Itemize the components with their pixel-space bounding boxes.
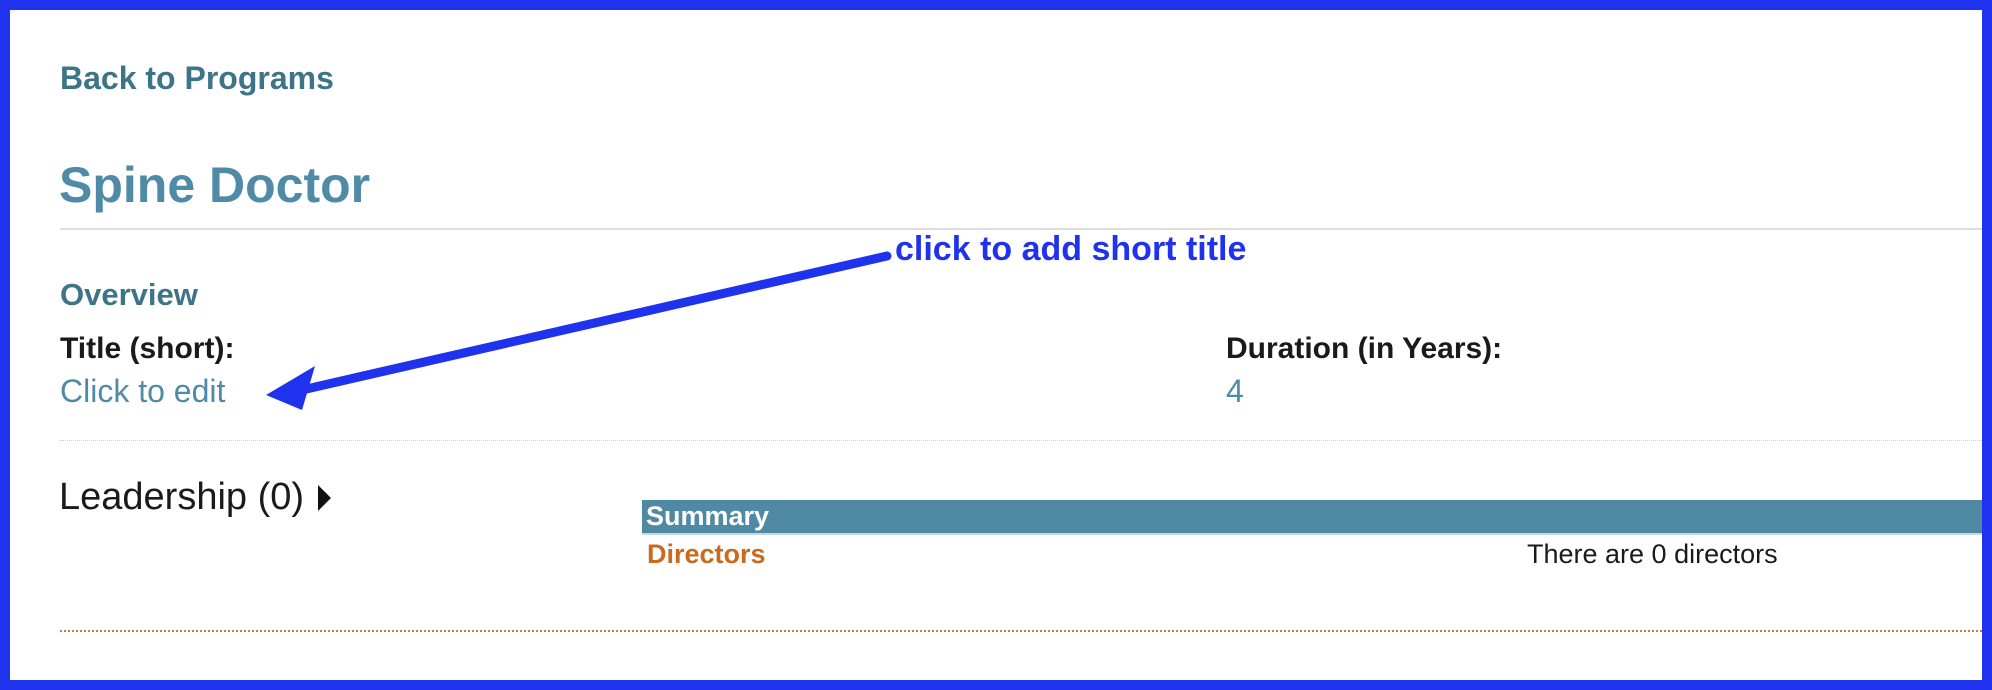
short-title-label: Title (short):: [60, 332, 235, 365]
duration-label: Duration (in Years):: [1226, 332, 1503, 365]
section-divider: [60, 630, 1982, 632]
leadership-label: Leadership (0): [59, 476, 305, 518]
leadership-summary-table: Summary Directors There are 0 directors: [642, 500, 1982, 573]
leadership-toggle[interactable]: Leadership (0): [59, 476, 332, 519]
caret-right-icon: [318, 484, 332, 511]
table-row: Directors There are 0 directors: [642, 535, 1982, 573]
overview-divider: [60, 440, 1982, 441]
back-to-programs-link[interactable]: Back to Programs: [60, 60, 334, 97]
annotation-callout-text: click to add short title: [895, 230, 1247, 268]
directors-count-text: There are 0 directors: [1527, 538, 1778, 569]
directors-label: Directors: [647, 538, 766, 569]
screenshot-frame: [0, 0, 1992, 690]
overview-heading: Overview: [60, 277, 198, 312]
page-title: Spine Doctor: [59, 157, 371, 213]
short-title-edit-field[interactable]: Click to edit: [60, 373, 225, 410]
duration-edit-field[interactable]: 4: [1226, 373, 1244, 410]
summary-header: Summary: [642, 500, 1982, 535]
